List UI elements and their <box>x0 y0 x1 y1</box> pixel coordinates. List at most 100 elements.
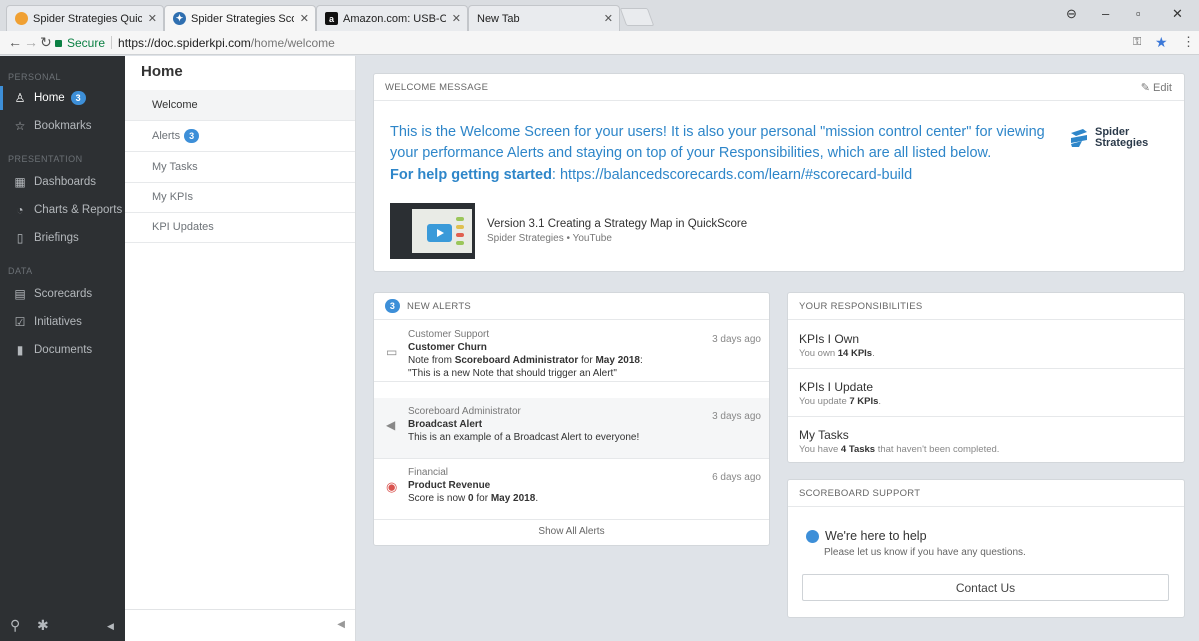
alert-source: Scoreboard Administrator <box>408 406 521 417</box>
tab-label: Spider Strategies Scoreb <box>191 12 294 25</box>
sidebar-item-initiatives[interactable]: ☑ Initiatives <box>0 310 125 334</box>
close-icon[interactable]: ✕ <box>148 12 157 25</box>
detail-text: You own <box>799 348 838 359</box>
alert-detail: Note from Scoreboard Administrator for M… <box>408 355 643 366</box>
subnav-item-alerts[interactable]: Alerts 3 <box>125 121 355 152</box>
responsibility-title: KPIs I Update <box>799 380 874 394</box>
video-thumbnail[interactable] <box>390 203 475 259</box>
collapse-sidebar-icon[interactable]: ◀ <box>107 621 114 632</box>
alert-text: for <box>473 493 491 504</box>
sidebar-item-documents[interactable]: ▮ Documents <box>0 338 125 362</box>
sidebar-item-label: Charts & Reports <box>34 204 123 216</box>
responsibilities-card: YOUR RESPONSIBILITIES KPIs I Own You own… <box>787 292 1185 463</box>
support-title-text: We're here to help <box>825 529 927 543</box>
alert-source: Customer Support <box>408 329 490 340</box>
help-label: For help getting started <box>390 167 552 183</box>
subnav-item-label: KPI Updates <box>152 221 214 233</box>
search-icon[interactable]: ⚲ <box>10 617 20 634</box>
alert-period: May 2018 <box>490 493 536 504</box>
home-user-icon: ♙ <box>14 91 26 105</box>
welcome-card: WELCOME MESSAGE ✎ Edit This is the Welco… <box>373 73 1185 272</box>
collapse-subnav-icon[interactable]: ◀ <box>337 619 345 630</box>
url-field[interactable]: Secure https://doc.spiderkpi.com/home/we… <box>55 33 1105 52</box>
profile-icon[interactable]: ⊖ <box>1066 6 1077 22</box>
url-divider <box>111 36 113 49</box>
welcome-message: This is the Welcome Screen for your user… <box>390 124 1045 161</box>
tab-label: Amazon.com: USB-C To I <box>343 12 446 25</box>
minimize-icon[interactable]: – <box>1102 6 1109 21</box>
sidebar-item-home[interactable]: ♙ Home 3 <box>0 86 125 110</box>
card-title: NEW ALERTS <box>407 300 472 312</box>
note-icon: ▭ <box>386 345 398 359</box>
support-subtitle: Please let us know if you have any quest… <box>824 547 1026 558</box>
card-header: 3 NEW ALERTS <box>374 293 769 320</box>
responsibility-detail: You have 4 Tasks that haven't been compl… <box>799 444 999 455</box>
pie-chart-icon: ◔ <box>16 203 24 217</box>
secure-label: Secure <box>67 35 106 50</box>
alert-text: Score is now <box>408 493 469 504</box>
play-icon[interactable] <box>427 224 452 242</box>
responsibility-item[interactable]: KPIs I Update You update 7 KPIs. <box>788 369 1184 417</box>
address-bar: ← → ↻ Secure https://doc.spiderkpi.com/h… <box>0 31 1199 55</box>
maximize-icon[interactable]: ▫ <box>1136 6 1141 21</box>
reload-icon[interactable]: ↻ <box>40 34 52 51</box>
subnav-item-label: Alerts <box>152 130 181 142</box>
amazon-favicon-icon: a <box>325 12 338 25</box>
video-title[interactable]: Version 3.1 Creating a Strategy Map in Q… <box>487 218 747 230</box>
support-card: SCOREBOARD SUPPORT We're here to help Pl… <box>787 479 1185 618</box>
forward-arrow-icon[interactable]: → <box>24 34 38 50</box>
contact-us-button[interactable]: Contact Us <box>802 574 1169 601</box>
subnav-item-kpi-updates[interactable]: KPI Updates <box>125 212 355 243</box>
sidebar-item-bookmarks[interactable]: ☆ Bookmarks <box>0 114 125 138</box>
browser-menu-icon[interactable]: ⋮ <box>1182 34 1195 50</box>
sidebar-item-dashboards[interactable]: ▦ Dashboards <box>0 170 125 194</box>
subnav-item-label: My KPIs <box>152 191 193 203</box>
sidebar-item-charts-reports[interactable]: ◔ Charts & Reports <box>0 198 125 222</box>
card-header: YOUR RESPONSIBILITIES <box>788 293 1184 320</box>
browser-tab[interactable]: a Amazon.com: USB-C To I ✕ <box>316 5 468 31</box>
sidebar-item-briefings[interactable]: ▯ Briefings <box>0 226 125 250</box>
section-label: PERSONAL <box>8 72 62 82</box>
show-all-alerts-link[interactable]: Show All Alerts <box>374 517 769 545</box>
back-arrow-icon[interactable]: ← <box>8 34 22 50</box>
responsibility-title: KPIs I Own <box>799 332 860 346</box>
alert-item[interactable]: ▭ Customer Support Customer Churn Note f… <box>374 321 769 382</box>
close-icon[interactable]: ✕ <box>452 12 461 25</box>
sidebar-item-scorecards[interactable]: ▤ Scorecards <box>0 282 125 306</box>
spider-favicon-icon: ✦ <box>173 12 186 25</box>
sidebar-item-label: Home <box>34 92 65 104</box>
edit-button[interactable]: ✎ Edit <box>1141 81 1172 94</box>
detail-count: 7 KPIs <box>849 396 879 407</box>
close-icon[interactable]: ✕ <box>300 12 309 25</box>
tab-label: Spider Strategies QuickSc <box>33 12 142 25</box>
detail-text: . <box>872 348 875 359</box>
help-link[interactable]: For help getting started: https://balanc… <box>390 167 912 183</box>
close-icon[interactable]: ✕ <box>604 12 613 25</box>
subnav-item-my-tasks[interactable]: My Tasks <box>125 152 355 183</box>
browser-tab[interactable]: Spider Strategies QuickSc ✕ <box>6 5 164 31</box>
bookmark-star-icon[interactable]: ★ <box>1155 34 1168 51</box>
browser-tab-active[interactable]: ✦ Spider Strategies Scoreb ✕ <box>164 5 316 31</box>
gear-icon[interactable]: ✱ <box>37 617 49 634</box>
new-tab-button[interactable] <box>619 8 655 26</box>
subnav-footer: ◀ <box>125 609 355 641</box>
detail-count: 14 KPIs <box>837 348 873 359</box>
subnav-item-label: Welcome <box>152 99 198 111</box>
alert-period: May 2018 <box>595 355 640 366</box>
pencil-icon: ✎ <box>1140 82 1150 94</box>
responsibility-item[interactable]: My Tasks You have 4 Tasks that haven't b… <box>788 417 1184 465</box>
sidebar-item-label: Dashboards <box>34 176 97 188</box>
detail-count: 4 Tasks <box>840 444 876 455</box>
subnav-item-welcome[interactable]: Welcome <box>125 90 355 121</box>
subnav-item-my-kpis[interactable]: My KPIs <box>125 182 355 213</box>
responsibility-item[interactable]: KPIs I Own You own 14 KPIs. <box>788 321 1184 369</box>
key-icon[interactable]: ⚿ <box>1133 36 1141 49</box>
alert-item[interactable]: ◉ Financial Product Revenue Score is now… <box>374 459 769 520</box>
card-header: SCOREBOARD SUPPORT <box>788 480 1184 507</box>
count-badge: 3 <box>385 299 400 313</box>
alert-title: Product Revenue <box>408 480 491 491</box>
url-host: https://doc.spiderkpi.com <box>118 35 251 50</box>
alert-item[interactable]: ◀ Scoreboard Administrator Broadcast Ale… <box>374 398 769 459</box>
window-close-icon[interactable]: ✕ <box>1172 6 1183 22</box>
browser-tab[interactable]: New Tab ✕ <box>468 5 620 31</box>
